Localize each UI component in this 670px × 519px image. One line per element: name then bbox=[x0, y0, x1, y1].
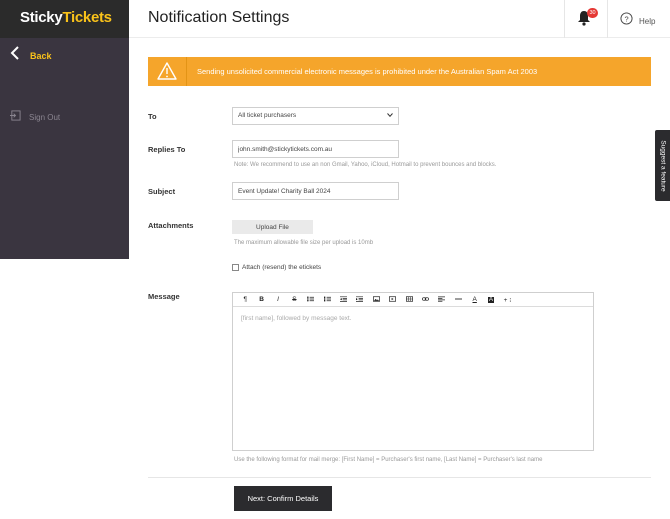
subject-label: Subject bbox=[148, 187, 176, 196]
font-color-button[interactable]: A bbox=[466, 294, 482, 306]
header: Notification Settings 30 ? Help bbox=[129, 0, 670, 38]
bullet-list-icon bbox=[307, 296, 315, 304]
svg-text:?: ? bbox=[624, 14, 628, 23]
numbered-list-button[interactable] bbox=[319, 294, 335, 306]
message-label: Message bbox=[148, 292, 180, 301]
mail-merge-note: Use the following format for mail merge:… bbox=[234, 457, 543, 463]
sidebar: Back Sign Out bbox=[0, 38, 129, 259]
back-link[interactable]: Back bbox=[10, 46, 52, 65]
logo-part-tickets: Tickets bbox=[62, 9, 112, 26]
insert-image-button[interactable] bbox=[368, 294, 384, 306]
link-icon bbox=[422, 296, 429, 304]
sign-out-label: Sign Out bbox=[29, 112, 61, 122]
indent-button[interactable] bbox=[352, 294, 368, 306]
help-button[interactable]: ? Help bbox=[620, 12, 655, 30]
next-confirm-details-button[interactable]: Next: Confirm Details bbox=[234, 486, 332, 511]
logo[interactable]: StickyTickets bbox=[20, 9, 112, 26]
attach-etickets-option[interactable]: Attach (resend) the etickets bbox=[232, 264, 321, 271]
help-icon: ? bbox=[620, 12, 633, 30]
background-color-button[interactable]: A bbox=[483, 294, 499, 306]
help-label: Help bbox=[639, 16, 656, 26]
replies-to-input[interactable] bbox=[232, 140, 399, 158]
horizontal-rule-button[interactable] bbox=[450, 294, 466, 306]
indent-icon bbox=[356, 295, 364, 304]
align-button[interactable] bbox=[434, 294, 450, 306]
header-divider bbox=[607, 0, 608, 38]
more-options-button[interactable]: + ⁝ bbox=[499, 294, 515, 306]
italic-button[interactable]: I bbox=[270, 294, 286, 306]
image-icon bbox=[372, 295, 380, 304]
header-divider bbox=[564, 0, 565, 38]
editor-toolbar: ¶ B I S A A + ⁝ bbox=[233, 293, 593, 307]
message-placeholder: [first name], followed by message text. bbox=[241, 315, 352, 322]
table-icon bbox=[405, 295, 413, 304]
spam-warning-banner: Sending unsolicited commercial electroni… bbox=[148, 57, 651, 86]
insert-video-button[interactable] bbox=[385, 294, 401, 306]
insert-link-button[interactable] bbox=[417, 294, 433, 306]
to-label: To bbox=[148, 112, 157, 121]
chevron-down-icon bbox=[387, 108, 393, 124]
chevron-left-icon bbox=[10, 46, 20, 65]
back-label: Back bbox=[30, 50, 52, 61]
horizontal-rule-icon bbox=[454, 296, 462, 304]
numbered-list-icon bbox=[323, 296, 331, 304]
video-icon bbox=[389, 295, 397, 304]
paragraph-button[interactable]: ¶ bbox=[237, 294, 253, 306]
insert-table-button[interactable] bbox=[401, 294, 417, 306]
attach-etickets-checkbox[interactable] bbox=[232, 264, 239, 271]
align-left-icon bbox=[438, 296, 446, 304]
page-title: Notification Settings bbox=[148, 9, 290, 26]
suggest-feature-label: Suggest a feature bbox=[659, 139, 666, 192]
strikethrough-button[interactable]: S bbox=[286, 294, 302, 306]
bullet-list-button[interactable] bbox=[303, 294, 319, 306]
attach-etickets-label: Attach (resend) the etickets bbox=[242, 264, 322, 271]
sign-out-icon bbox=[10, 108, 21, 126]
background-color-glyph: A bbox=[488, 296, 495, 303]
replies-to-note: Note: We recommend to use an non Gmail, … bbox=[234, 162, 497, 168]
notification-badge: 30 bbox=[587, 8, 598, 18]
upload-file-button[interactable]: Upload File bbox=[232, 220, 313, 234]
outdent-icon bbox=[340, 295, 348, 304]
notifications-button[interactable]: 30 bbox=[577, 8, 598, 28]
logo-part-sticky: Sticky bbox=[20, 9, 63, 26]
sign-out-link[interactable]: Sign Out bbox=[10, 108, 60, 126]
subject-input[interactable] bbox=[232, 182, 399, 200]
bold-button[interactable]: B bbox=[253, 294, 269, 306]
to-select[interactable]: All ticket purchasers bbox=[232, 107, 399, 125]
replies-to-label: Replies To bbox=[148, 145, 186, 154]
warning-divider bbox=[186, 57, 187, 86]
attachments-label: Attachments bbox=[148, 221, 194, 230]
outdent-button[interactable] bbox=[335, 294, 351, 306]
attachments-note: The maximum allowable file size per uplo… bbox=[234, 240, 374, 246]
sidebar-brand-bar: StickyTickets bbox=[0, 0, 129, 38]
message-editor[interactable]: ¶ B I S A A + ⁝ [first name], followed b… bbox=[232, 292, 594, 451]
warning-text: Sending unsolicited commercial electroni… bbox=[197, 67, 538, 76]
form-divider bbox=[148, 477, 651, 478]
to-select-value: All ticket purchasers bbox=[238, 112, 297, 119]
suggest-feature-tab[interactable]: Suggest a feature bbox=[655, 130, 670, 201]
